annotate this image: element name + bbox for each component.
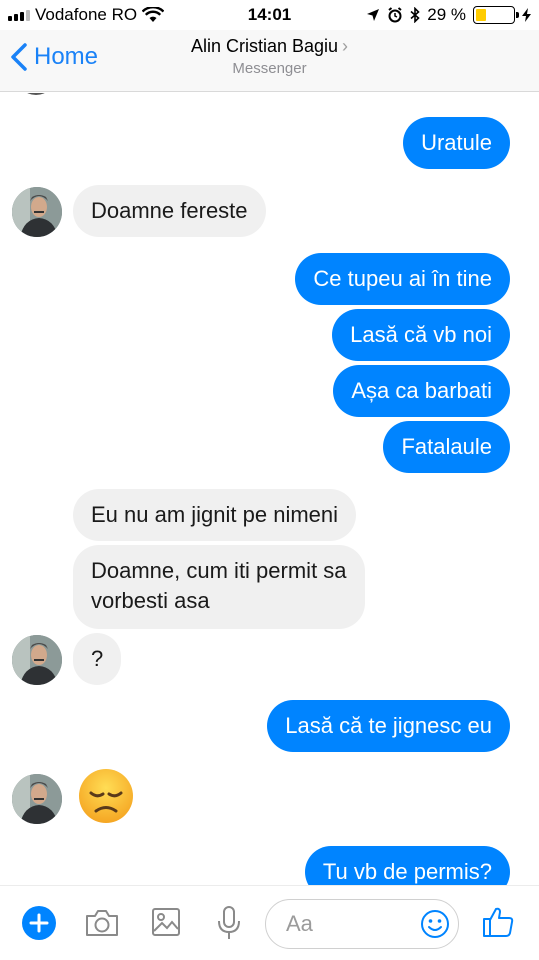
message-bubble-outgoing[interactable]: Lasă că vb noi [332,309,510,361]
image-gallery-icon[interactable] [151,907,181,937]
contact-photo [12,635,62,685]
message-bubble-outgoing[interactable]: Fatalaule [383,421,510,473]
camera-icon[interactable] [84,908,120,938]
bluetooth-icon [410,7,420,23]
header-subtitle: Messenger [232,60,307,77]
battery-percent: 29 % [427,5,466,24]
disappointed-face-icon[interactable] [78,768,134,824]
plus-icon[interactable] [21,905,57,941]
avatar[interactable] [12,774,62,824]
emoji-icon[interactable] [420,909,450,939]
composer-bar [0,885,539,960]
status-bar: Vodafone RO 14:01 29 % [0,0,539,30]
message-bubble-incoming[interactable]: Eu nu am jignit pe nimeni [73,489,357,541]
contact-name-row: Alin Cristian Bagiu › [0,36,539,57]
status-right: 29 % [366,5,531,25]
avatar [16,93,56,95]
contact-name: Alin Cristian Bagiu [190,36,339,56]
message-bubble-outgoing[interactable]: Ce tupeu ai în tine [295,253,510,305]
battery-level [476,9,487,21]
navigation-bar: Home Alin Cristian Bagiu › Messenger [0,30,539,92]
chevron-right-icon: › [342,36,349,56]
message-bubble-outgoing[interactable]: Lasă că te jignesc eu [267,700,510,752]
message-bubble-incoming[interactable]: Doamne fereste [73,185,266,237]
avatar[interactable] [12,635,62,685]
avatar[interactable] [12,187,62,237]
thumbs-up-icon[interactable] [481,905,515,939]
contact-photo [12,774,62,824]
message-bubble-incoming[interactable]: Doamne, cum iti permit sa vorbesti asa [73,545,365,629]
message-input[interactable] [286,910,406,938]
conversation-header[interactable]: Alin Cristian Bagiu › Messenger [0,36,539,77]
alarm-icon [388,7,402,23]
charging-bolt-icon [522,8,531,22]
contact-photo [12,187,62,237]
battery-icon [473,6,519,24]
message-bubble-outgoing[interactable]: Tu vb de permis? [304,846,510,885]
message-bubble-outgoing[interactable]: Uratule [403,117,510,169]
microphone-icon[interactable] [216,905,242,941]
message-input-field[interactable] [265,899,459,949]
message-bubble-incoming[interactable]: ? [73,633,122,685]
message-list[interactable]: Uratule Doamne fereste Ce tupeu ai în ti… [0,93,539,885]
location-arrow-icon [367,9,380,21]
message-bubble-outgoing[interactable]: Așa ca barbati [333,365,510,417]
